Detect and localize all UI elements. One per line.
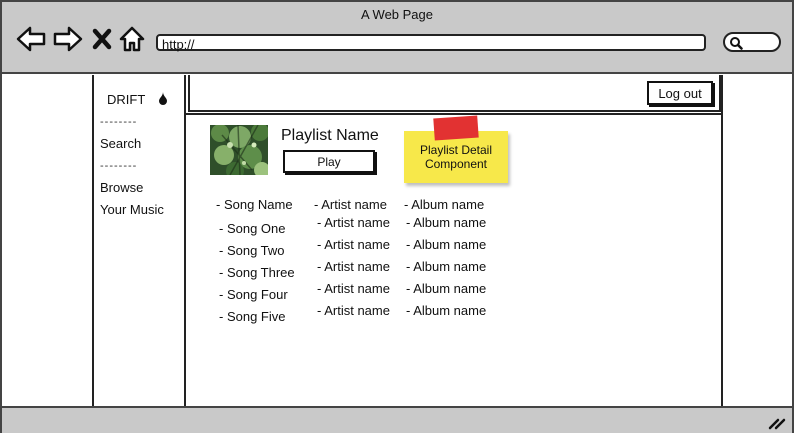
close-icon[interactable] bbox=[91, 24, 121, 54]
status-bar bbox=[2, 406, 792, 433]
sidebar: DRIFT -------- Search -------- Browse Yo… bbox=[92, 75, 186, 406]
column-header-artist: - Artist name bbox=[314, 197, 387, 212]
browser-window: A Web Page http:// DRIFT -------- Search… bbox=[0, 0, 794, 433]
artist-cell[interactable]: - Artist name bbox=[317, 281, 390, 296]
sidebar-item-your-music[interactable]: Your Music bbox=[100, 202, 164, 217]
album-cell[interactable]: - Album name bbox=[406, 215, 486, 230]
address-bar[interactable]: http:// bbox=[156, 34, 706, 52]
sticky-note-line1: Playlist Detail bbox=[419, 143, 493, 157]
brand-name: DRIFT bbox=[107, 92, 146, 107]
sidebar-item-search[interactable]: Search bbox=[100, 136, 141, 151]
album-cell[interactable]: - Album name bbox=[406, 303, 486, 318]
browser-search-button[interactable] bbox=[723, 32, 781, 52]
song-cell[interactable]: - Song One bbox=[219, 221, 286, 236]
drop-icon bbox=[158, 92, 167, 105]
artist-cell[interactable]: - Artist name bbox=[317, 303, 390, 318]
artist-cell[interactable]: - Artist name bbox=[317, 237, 390, 252]
top-bar: Log out bbox=[188, 75, 721, 112]
play-button[interactable]: Play bbox=[283, 150, 375, 173]
resize-grip-icon[interactable] bbox=[768, 416, 786, 430]
search-icon bbox=[730, 37, 743, 50]
song-cell[interactable]: - Song Three bbox=[219, 265, 295, 280]
back-arrow-icon[interactable] bbox=[16, 24, 46, 54]
logout-button[interactable]: Log out bbox=[647, 81, 713, 105]
main-content: Log out Playlist Name Play Playlist Deta… bbox=[186, 75, 723, 406]
artist-cell[interactable]: - Artist name bbox=[317, 215, 390, 230]
sidebar-item-browse[interactable]: Browse bbox=[100, 180, 143, 195]
home-icon[interactable] bbox=[118, 24, 148, 54]
sticky-tape bbox=[433, 115, 479, 141]
playlist-title: Playlist Name bbox=[281, 127, 379, 144]
album-cell[interactable]: - Album name bbox=[406, 281, 486, 296]
header-divider bbox=[186, 113, 721, 115]
window-title: A Web Page bbox=[360, 7, 434, 22]
sidebar-divider: -------- bbox=[100, 160, 138, 172]
forward-arrow-icon[interactable] bbox=[53, 24, 83, 54]
brand-logo[interactable]: DRIFT bbox=[107, 92, 168, 107]
album-cell[interactable]: - Album name bbox=[406, 237, 486, 252]
song-cell[interactable]: - Song Five bbox=[219, 309, 285, 324]
column-header-album: - Album name bbox=[404, 197, 485, 212]
column-header-song: - Song Name bbox=[216, 197, 293, 212]
song-cell[interactable]: - Song Two bbox=[219, 243, 285, 258]
album-cell[interactable]: - Album name bbox=[406, 259, 486, 274]
playlist-cover-image bbox=[210, 125, 268, 175]
sidebar-divider: -------- bbox=[100, 116, 138, 128]
browser-chrome: A Web Page http:// bbox=[2, 2, 792, 74]
song-cell[interactable]: - Song Four bbox=[219, 287, 288, 302]
artist-cell[interactable]: - Artist name bbox=[317, 259, 390, 274]
sticky-note-line2: Component bbox=[424, 157, 488, 171]
